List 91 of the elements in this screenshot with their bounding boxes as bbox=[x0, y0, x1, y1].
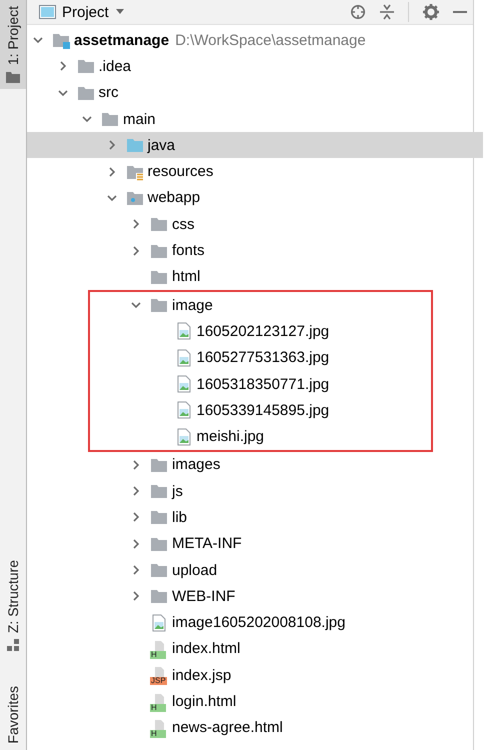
tree-item[interactable]: webapp bbox=[27, 184, 473, 212]
tree-item[interactable]: H news-agree.html bbox=[27, 714, 473, 742]
item-label: news-agree.html bbox=[172, 719, 283, 736]
minimize-icon[interactable] bbox=[453, 10, 467, 14]
collapse-all-icon[interactable] bbox=[380, 4, 394, 20]
item-label: index.html bbox=[172, 640, 240, 658]
dropdown-caret-icon[interactable] bbox=[114, 9, 125, 15]
tree-item[interactable]: lib bbox=[27, 504, 473, 531]
file-icon bbox=[155, 720, 164, 730]
file-type-label: H bbox=[150, 704, 166, 712]
item-label: src bbox=[98, 84, 118, 102]
item-label: js bbox=[172, 482, 183, 500]
tree-item[interactable]: src bbox=[27, 80, 473, 106]
folder-icon bbox=[150, 215, 168, 234]
tree-item[interactable]: main bbox=[27, 106, 473, 132]
tree-item[interactable]: .idea bbox=[27, 53, 473, 80]
tree-item[interactable]: java bbox=[27, 132, 483, 158]
tree-item[interactable]: 1605202123127.jpg bbox=[90, 318, 431, 345]
tree-item[interactable]: resources bbox=[27, 158, 473, 185]
tree-item[interactable]: JSP index.jsp bbox=[27, 662, 473, 688]
folder-icon bbox=[76, 57, 94, 76]
tree-item[interactable]: images bbox=[27, 452, 473, 478]
tree-item[interactable]: META-INF bbox=[27, 530, 473, 557]
tree-item[interactable]: image bbox=[90, 292, 431, 318]
item-label: webapp bbox=[148, 189, 200, 206]
item-label: META-INF bbox=[172, 535, 242, 552]
tree-item[interactable]: js bbox=[27, 478, 473, 504]
item-label: WEB-INF bbox=[172, 588, 236, 605]
project-path: D:\WorkSpace\assetmanage bbox=[175, 32, 366, 49]
item-label: main bbox=[123, 110, 156, 128]
tree-item[interactable]: meishi.jpg bbox=[90, 423, 431, 450]
panel-title: Project bbox=[62, 4, 109, 20]
tree-item[interactable]: H index.html bbox=[27, 636, 473, 662]
tree-item[interactable]: 1605339145895.jpg bbox=[90, 397, 431, 424]
item-label: .idea bbox=[98, 58, 132, 75]
tree-item[interactable]: css bbox=[27, 211, 473, 238]
folder-icon bbox=[101, 110, 119, 128]
item-label: css bbox=[172, 216, 194, 233]
tree-item[interactable]: html bbox=[27, 264, 473, 290]
folder-icon bbox=[150, 482, 168, 500]
image-file-icon bbox=[174, 348, 192, 367]
file-icon bbox=[155, 694, 164, 704]
structure-icon bbox=[7, 639, 19, 652]
tree-item[interactable]: H login.html bbox=[27, 688, 473, 715]
item-label: 1605318350771.jpg bbox=[196, 376, 330, 392]
folder-icon bbox=[126, 136, 144, 154]
item-label: lib bbox=[172, 508, 188, 526]
locate-icon[interactable] bbox=[350, 4, 366, 20]
tree-item[interactable]: image1605202008108.jpg bbox=[27, 610, 473, 636]
item-label: upload bbox=[172, 562, 218, 579]
file-type-label: JSP bbox=[150, 677, 167, 686]
image-file-icon bbox=[174, 401, 192, 420]
image-file-icon bbox=[174, 375, 192, 393]
tool-window-tab[interactable]: 1: Project bbox=[0, 0, 26, 90]
folder-icon bbox=[6, 71, 20, 84]
image-file-icon bbox=[174, 428, 192, 446]
item-label: login.html bbox=[172, 693, 236, 710]
item-label: image1605202008108.jpg bbox=[172, 614, 346, 632]
tool-window-tab[interactable]: Favorites bbox=[0, 680, 26, 750]
tree-item[interactable]: assetmanage D:\WorkSpace\assetmanage bbox=[27, 27, 473, 54]
tree-item[interactable]: WEB-INF bbox=[27, 583, 473, 610]
tree-item[interactable]: 1605277531363.jpg bbox=[90, 344, 431, 371]
item-label: index.jsp bbox=[172, 666, 232, 684]
item-label: image bbox=[172, 296, 213, 314]
window-icon bbox=[39, 5, 56, 19]
folder-icon bbox=[150, 561, 168, 580]
settings-icon[interactable] bbox=[423, 4, 439, 20]
item-label: meishi.jpg bbox=[196, 428, 264, 446]
tree-item[interactable]: fonts bbox=[27, 237, 473, 264]
item-label: 1605277531363.jpg bbox=[196, 349, 330, 366]
file-icon bbox=[155, 640, 164, 651]
image-file-icon bbox=[174, 322, 192, 340]
item-label: java bbox=[148, 136, 176, 154]
project-name: assetmanage bbox=[74, 32, 170, 49]
folder-icon bbox=[150, 587, 168, 606]
item-label: images bbox=[172, 456, 220, 474]
item-label: 1605339145895.jpg bbox=[196, 402, 330, 419]
file-type-label: H bbox=[150, 650, 166, 659]
file-type-label: H bbox=[150, 730, 166, 738]
item-label: html bbox=[172, 268, 200, 286]
image-file-icon bbox=[150, 614, 168, 632]
item-label: resources bbox=[148, 163, 214, 180]
tree-item[interactable]: 1605318350771.jpg bbox=[90, 370, 431, 398]
folder-icon bbox=[150, 296, 168, 314]
tree-item[interactable]: upload bbox=[27, 556, 473, 584]
file-icon bbox=[155, 667, 164, 678]
module-folder-icon bbox=[52, 31, 70, 50]
item-label: fonts bbox=[172, 242, 205, 260]
folder-icon bbox=[150, 508, 168, 526]
tool-window-tab[interactable]: Z: Structure bbox=[0, 554, 26, 658]
item-label: 1605202123127.jpg bbox=[196, 322, 330, 340]
